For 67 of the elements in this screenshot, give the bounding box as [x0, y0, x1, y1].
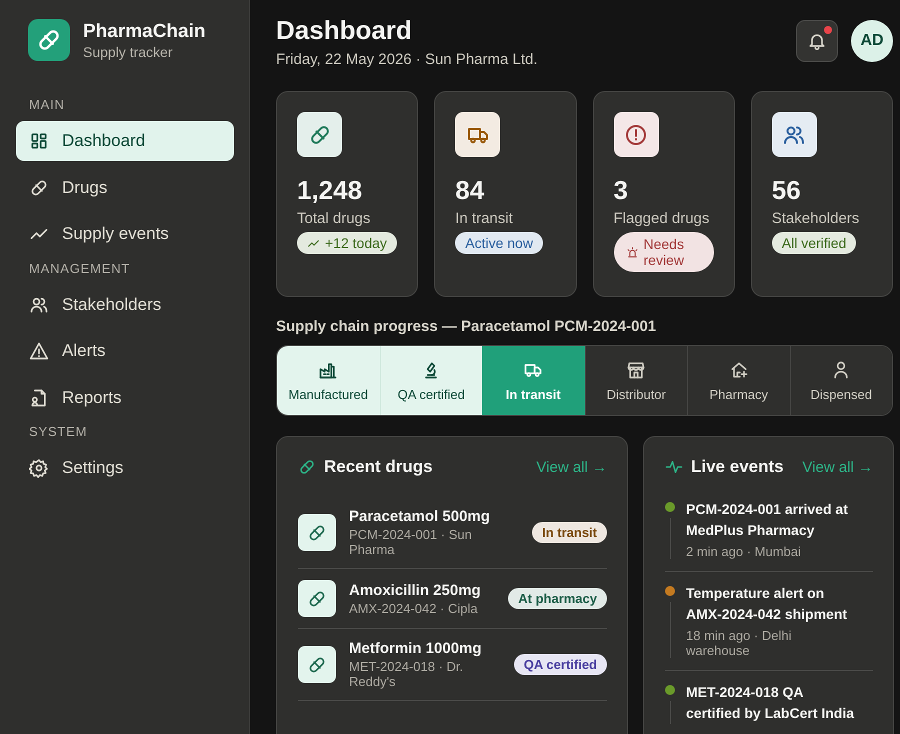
stat-badge: Needs review [614, 232, 714, 272]
section-title: Supply chain progress — Paracetamol PCM-2024-001 [276, 318, 658, 335]
nav-item[interactable]: Dashboard [16, 121, 234, 161]
logo-pill-icon [28, 19, 70, 61]
drug-name: Amoxicillin 250mg [349, 582, 482, 598]
nav-item[interactable]: Alerts [16, 331, 234, 371]
brand-tagline: Supply tracker [83, 44, 174, 60]
settings-icon [29, 458, 49, 478]
progress-step: In transit [482, 346, 584, 415]
status-badge: At pharmacy [508, 588, 607, 609]
status-badge: In transit [532, 522, 607, 543]
nav-section-heading: MAIN [28, 97, 66, 112]
stat-label: Stakeholders [772, 210, 860, 227]
alert-circle-icon [624, 122, 648, 146]
drug-meta: MET-2024-018 · Dr. Reddy's [349, 659, 464, 689]
stat-value: 84 [455, 175, 486, 206]
nav-item[interactable]: Drugs [16, 168, 234, 208]
stat-badge: +12 today [297, 232, 397, 254]
user-avatar[interactable]: AD [851, 20, 893, 62]
progress-step: Dispensed [790, 346, 892, 415]
panel-title: Recent drugs [324, 457, 433, 477]
progress-step: Manufactured [277, 346, 380, 415]
event-meta: 18 min ago · Delhi warehouse [686, 628, 792, 658]
stat-label: In transit [455, 210, 514, 227]
page-subtitle: Friday, 22 May 2026 · Sun Pharma Ltd. [276, 51, 538, 68]
nav-item[interactable]: Stakeholders [16, 284, 234, 324]
pulse-icon [665, 458, 683, 476]
panel-title: Live events [691, 457, 784, 477]
drug-meta: AMX-2024-042 · Cipla [349, 600, 479, 616]
stat-label: Flagged drugs [614, 210, 710, 227]
stat-value: 56 [772, 175, 802, 206]
pill-icon [298, 646, 336, 683]
pill-icon [29, 178, 49, 198]
house-plus-icon [728, 360, 749, 380]
event-text: Temperature alert on AMX-2024-042 shipment [686, 584, 848, 624]
nav-item[interactable]: Supply events [16, 214, 234, 254]
event-text: PCM-2024-001 arrived at MedPlus Pharmacy [686, 500, 849, 540]
pill-icon [298, 580, 336, 617]
progress-step: Pharmacy [687, 346, 790, 415]
status-badge: QA certified [514, 654, 607, 675]
nav-item[interactable]: Reports [16, 378, 234, 418]
warning-icon [29, 341, 49, 361]
drug-meta: PCM-2024-001 · Sun Pharma [349, 527, 473, 557]
view-all-link[interactable]: View all → [802, 458, 873, 476]
view-all-link[interactable]: View all → [536, 458, 607, 476]
drug-name: Paracetamol 500mg [349, 508, 491, 525]
stat-value: 3 [614, 175, 629, 206]
drug-name: Metformin 1000mg [349, 640, 483, 657]
nav-item[interactable]: Settings [16, 448, 234, 488]
event-meta: 2 min ago · Mumbai [686, 544, 802, 559]
page-title: Dashboard [276, 15, 413, 46]
nav-section-heading: SYSTEM [28, 424, 88, 439]
store-icon [626, 360, 646, 380]
stat-value: 1,248 [297, 175, 364, 206]
grid-icon [29, 131, 49, 151]
progress-step: Distributor [584, 346, 687, 415]
event-text: MET-2024-018 QA certified by LabCert India [686, 683, 856, 723]
stat-badge: Active now [455, 232, 543, 254]
siren-icon [626, 246, 638, 258]
pill-icon [298, 514, 336, 551]
nav-section-heading: MANAGEMENT [28, 260, 132, 276]
progress-step: QA certified [380, 346, 482, 415]
stat-badge: All verified [772, 232, 856, 254]
brand-name: PharmaChain [83, 20, 206, 42]
pill-icon [298, 458, 316, 476]
stat-label: Total drugs [297, 210, 372, 227]
notifications-button[interactable] [796, 20, 838, 62]
